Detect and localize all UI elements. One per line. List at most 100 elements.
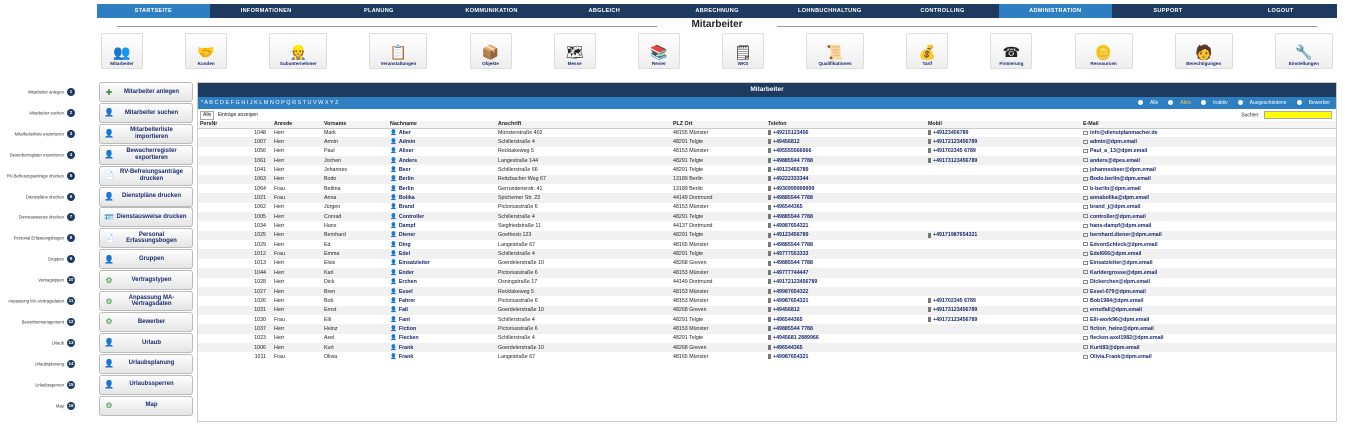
nav-item-startseite[interactable]: STARTSEITE [97,4,210,18]
table-row[interactable]: 1025 Herr Bernhard 👤 Diener Goethestr.123 4829… [198,230,1336,241]
cell-nachname[interactable]: 👤 Admin [388,137,496,147]
table-row[interactable]: 1007 Herr Armin 👤 Admin Schillerstraße 4 48291… [198,137,1336,147]
cell-nachname[interactable]: 👤 Diener [388,230,496,241]
search-input[interactable] [1264,111,1332,119]
sidebar-button[interactable]: 👤 Dienstpläne drucken [99,186,193,207]
cell-nachname[interactable]: 👤 Ding [388,240,496,249]
sidebar-button[interactable]: ⚙ Map [99,395,193,416]
table-row[interactable]: 1037 Herr Heinz 👤 Fiction Pictoriusstraße 6 48… [198,324,1336,334]
cell-email[interactable]: EdvonSchleck@dpm.email [1081,240,1336,249]
sidebar-button[interactable]: ⚙ Bewerber [99,311,193,332]
nav-item-abgleich[interactable]: ABGLEICH [548,4,661,18]
cell-email[interactable]: Essel-079@dpm.email [1081,286,1336,297]
module-qualifikationen[interactable]: 📜 Qualifikationen [806,33,865,69]
cell-nachname[interactable]: 👤 Brand [388,203,496,212]
table-row[interactable]: 1013 Herr Elvis 👤 Einsatzleiter Goerdelerstra… [198,259,1336,268]
nav-item-abrechnung[interactable]: ABRECHNUNG [661,4,774,18]
cell-nachname[interactable]: 👤 Frank [388,352,496,361]
cell-nachname[interactable]: 👤 Fant [388,315,496,324]
cell-email[interactable]: Olivia.Frank@dpm.email [1081,352,1336,361]
table-row[interactable]: 1044 Herr Karl 👤 Ender Pictoriusstraße 6 48153… [198,268,1336,278]
cell-email[interactable]: annabolika@dpm.email [1081,193,1336,203]
cell-email[interactable]: brand_j@dpm.email [1081,203,1336,212]
filter-inaktiv[interactable]: Inaktiv [1196,100,1228,106]
sidebar-button[interactable]: 🪪 Dienstausweise drucken [99,207,193,228]
cell-email[interactable]: Paul_a_13@dpm.email [1081,147,1336,156]
column-header[interactable]: Anrede [272,121,322,129]
table-row[interactable]: 1023 Herr Axel 👤 Flecken Schillerstraße 4 4829… [198,334,1336,343]
table-row[interactable]: 1062 Herr Jürgen 👤 Brand Pictoriusstraße 6 481… [198,203,1336,212]
cell-email[interactable]: Einsatzleiter@dpm.email [1081,259,1336,268]
sidebar-button[interactable]: 👤 Urlaub [99,332,193,353]
cell-nachname[interactable]: 👤 Frank [388,342,496,353]
sidebar-button[interactable]: 👤 Urlaubsplanung [99,353,193,374]
cell-email[interactable]: Bob1984@dpm.email [1081,296,1336,305]
cell-nachname[interactable]: 👤 Ender [388,268,496,278]
nav-item-controlling[interactable]: CONTROLLING [886,4,999,18]
filter-bewerber[interactable]: Bewerber [1292,100,1330,106]
module-messe[interactable]: 🗺 Messe [553,33,596,69]
cell-nachname[interactable]: 👤 Beer [388,165,496,174]
alphabet-filter[interactable]: * A B C D E F G H I J K L M N O P Q R S … [198,97,1336,109]
table-row[interactable]: 1006 Herr Kurt 👤 Frank Goerdelerstraße 10 4826… [198,342,1336,353]
table-row[interactable]: 1028 Herr Dick 👤 Erchen Osningstraße 17 44149 … [198,278,1336,287]
sidebar-button[interactable]: ⚙ Vertragstypen [99,270,193,291]
cell-email[interactable]: johannesbeer@dpm.email [1081,165,1336,174]
sidebar-button[interactable]: 📄 RV-Befreiungsanträge drucken [99,165,193,186]
table-row[interactable]: 1064 Frau Bettina 👤 Berlin Gerrundenerstr. 41… [198,184,1336,193]
cell-email[interactable]: Bodo.berlin@dpm.email [1081,174,1336,185]
cell-nachname[interactable]: 👤 Fiction [388,324,496,334]
cell-email[interactable]: controller@dpm.email [1081,212,1336,222]
cell-email[interactable]: Edel666@dpm.email [1081,249,1336,259]
cell-nachname[interactable]: 👤 Bolika [388,193,496,203]
cell-nachname[interactable]: 👤 Flecken [388,334,496,343]
column-header[interactable]: Telefon [766,121,926,129]
table-row[interactable]: 1048 Herr Mark 👤 Aber Münsterstraße 402 48155 … [198,128,1336,137]
module-kunden[interactable]: 🤝 Kunden [185,33,228,69]
cell-email[interactable]: b-berlin@dpm.email [1081,184,1336,193]
cell-email[interactable]: hans-dampf@dpm.email [1081,221,1336,230]
table-row[interactable]: 1030 Frau Elli 👤 Fant Schillerstraße 4 48291 T… [198,315,1336,324]
cell-email[interactable]: info@dienstplanmacher.de [1081,128,1336,137]
sidebar-button[interactable]: ⚙ Anpassung MA-Vertragsdaten [99,291,193,311]
table-row[interactable]: 1026 Herr Bob 👤 Fahrer Pictoriusstraße 6 48153… [198,296,1336,305]
cell-email[interactable]: Kurti83@dpm.email [1081,342,1336,353]
sidebar-button[interactable]: 👤 Gruppen [99,249,193,270]
cell-nachname[interactable]: 👤 Anders [388,156,496,166]
cell-email[interactable]: flecken-axel1982@dpm.email [1081,334,1336,343]
table-row[interactable]: 1021 Frau Anna 👤 Bolika Spichemer Str. 23 4414… [198,193,1336,203]
sidebar-button[interactable]: ✚ Mitarbeiter anlegen [99,82,193,102]
module-wks[interactable]: 🗒 WKS [721,33,764,69]
cell-email[interactable]: Karldergrosse@dpm.email [1081,268,1336,278]
table-row[interactable]: 1041 Herr Johannes 👤 Beer Schillerstraße 66 48… [198,165,1336,174]
column-header[interactable]: E-Mail [1081,121,1336,129]
column-header[interactable]: Nachname [388,121,496,129]
cell-nachname[interactable]: 👤 Berlin [388,184,496,193]
table-row[interactable]: 1011 Frau Olivia 👤 Frank Langestraße 67 48165 … [198,352,1336,361]
module-veranstaltungen[interactable]: 📋 Veranstaltungen [369,33,428,69]
nav-item-informationen[interactable]: INFORMATIONEN [210,4,323,18]
table-row[interactable]: 1029 Herr Ed 👤 Ding Langestraße 67 48165 Münst… [198,240,1336,249]
sidebar-button[interactable]: 👤 Bewacherregister exportieren [99,144,193,165]
cell-nachname[interactable]: 👤 Aliser [388,147,496,156]
module-subunternehmer[interactable]: 👷 Subunternehmer [269,33,328,69]
nav-item-kommunikation[interactable]: KOMMUNIKATION [435,4,548,18]
module-tarif[interactable]: 💰 Tarif [906,33,949,69]
cell-email[interactable]: bernhard.diener@dpm.email [1081,230,1336,241]
table-row[interactable]: 1034 Herr Hans 👤 Dampf Siegfriedstraße 11 4413… [198,221,1336,230]
page-length-select[interactable]: Alle [200,111,215,120]
module-firmierung[interactable]: ☎ Firmierung [990,33,1033,69]
column-header[interactable]: PersNr [198,121,272,129]
filter-alle[interactable]: Alle [1133,100,1158,106]
cell-nachname[interactable]: 👤 Essel [388,286,496,297]
cell-nachname[interactable]: 👤 Fahrer [388,296,496,305]
table-row[interactable]: 1027 Herr Bren 👤 Essel Recklakeweg 5 48153 Mün… [198,286,1336,297]
cell-email[interactable]: anders@dpes.email [1081,156,1336,166]
column-header[interactable]: PLZ Ort [671,121,766,129]
nav-item-lohnbuchhaltung[interactable]: LOHNBUCHHALTUNG [773,4,886,18]
column-header[interactable]: Vorname [322,121,388,129]
cell-email[interactable]: ernstfall@dpm.email [1081,305,1336,315]
cell-nachname[interactable]: 👤 Einsatzleiter [388,259,496,268]
cell-nachname[interactable]: 👤 Fall [388,305,496,315]
cell-nachname[interactable]: 👤 Edel [388,249,496,259]
